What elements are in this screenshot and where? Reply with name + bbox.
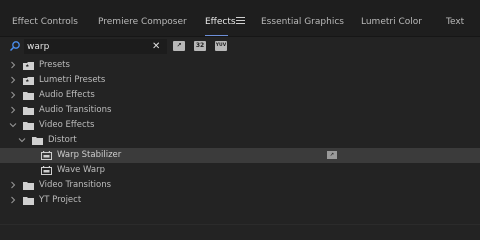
tree-item-label: Wave Warp [57,165,105,175]
yuv-effects-icon[interactable]: YUV [215,41,227,51]
tree-item-yt-project[interactable]: YT Project [0,193,480,208]
preset-bin-icon [23,77,34,85]
tab-essential-graphics[interactable]: Essential Graphics [261,0,344,36]
tree-item-video-transitions[interactable]: Video Transitions [0,178,480,193]
folder-icon [23,197,34,205]
tree-item-audio-effects[interactable]: Audio Effects [0,88,480,103]
tab-premiere-composer[interactable]: Premiere Composer [98,0,187,36]
folder-icon [23,122,34,130]
tree-item-audio-transitions[interactable]: Audio Transitions [0,103,480,118]
chevron-right-icon[interactable] [9,76,17,84]
tree-item-label: Video Effects [39,120,95,130]
folder-icon [23,182,34,190]
chevron-right-icon[interactable] [9,196,17,204]
chevron-down-icon[interactable] [9,121,17,129]
accelerated-effect-badge: ↗ [327,151,337,159]
chevron-right-icon[interactable] [9,181,17,189]
tree-item-label: Lumetri Presets [39,75,106,85]
tree-item-wave-warp[interactable]: Wave Warp [0,163,480,178]
preset-bin-icon [23,62,34,70]
tree-item-lumetri-presets[interactable]: Lumetri Presets [0,73,480,88]
tree-item-label: Presets [39,60,70,70]
chevron-right-icon[interactable] [9,91,17,99]
tab-effect-controls[interactable]: Effect Controls [12,0,78,36]
tree-item-label: Distort [48,135,77,145]
tree-item-label: Warp Stabilizer [57,150,122,160]
chevron-right-icon[interactable] [9,106,17,114]
divider [0,224,480,225]
tree-item-warp-stabilizer[interactable]: Warp Stabilizer ↗ [0,148,480,163]
panel-tab-bar: Effect Controls Premiere Composer Effect… [0,0,480,36]
tree-item-label: YT Project [39,195,82,205]
folder-icon [23,92,34,100]
tree-item-distort[interactable]: Distort [0,133,480,148]
tree-item-video-effects[interactable]: Video Effects [0,118,480,133]
folder-icon [32,137,43,145]
32-bit-color-icon[interactable]: 32 [194,41,206,51]
tab-text[interactable]: Text [446,0,464,36]
clear-search-icon[interactable]: ✕ [152,42,160,52]
tab-lumetri-color[interactable]: Lumetri Color [361,0,422,36]
chevron-down-icon[interactable] [18,136,26,144]
search-icon [9,41,20,52]
search-input[interactable] [24,39,167,54]
effect-icon [41,166,52,175]
panel-menu-icon[interactable] [236,17,245,24]
folder-icon [23,107,34,115]
accelerated-effects-icon[interactable]: ↗ [173,41,185,51]
tree-item-presets[interactable]: Presets [0,58,480,73]
tree-item-label: Audio Transitions [39,105,112,115]
chevron-right-icon[interactable] [9,61,17,69]
effect-icon [41,151,52,160]
tree-item-label: Video Transitions [39,180,112,190]
tab-effects[interactable]: Effects [205,0,236,36]
tree-item-label: Audio Effects [39,90,95,100]
divider [0,36,480,37]
